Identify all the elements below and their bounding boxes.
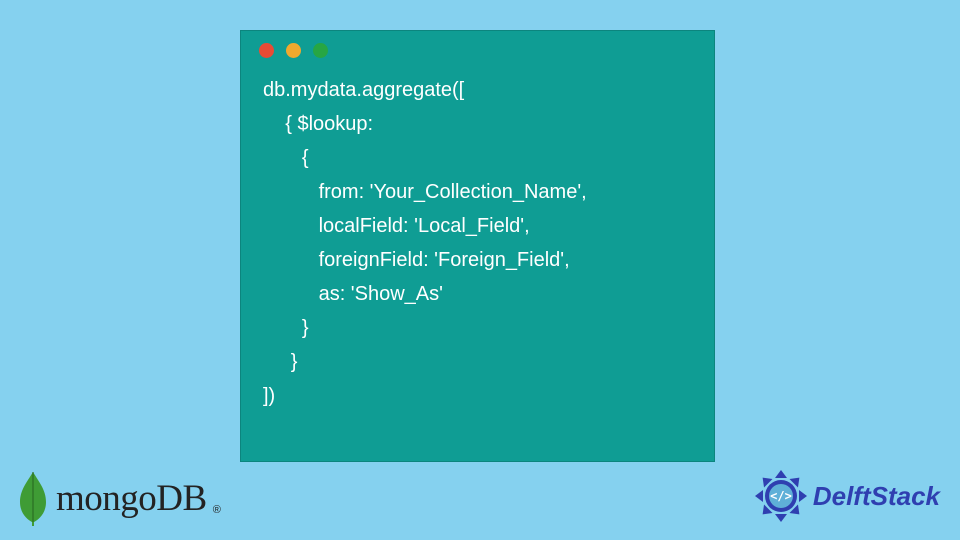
window-titlebar (241, 31, 714, 69)
maximize-dot-icon (313, 43, 328, 58)
minimize-dot-icon (286, 43, 301, 58)
delftstack-emblem-icon: </> (753, 468, 809, 524)
code-window: db.mydata.aggregate([ { $lookup: { from:… (240, 30, 715, 462)
mongodb-wordmark: mongoDB (56, 477, 207, 520)
delftstack-wordmark: DelftStack (813, 481, 940, 512)
mongodb-registered-mark: ® (213, 504, 221, 516)
mongodb-logo: mongoDB ® (18, 470, 221, 526)
code-block: db.mydata.aggregate([ { $lookup: { from:… (241, 69, 714, 413)
mongodb-leaf-icon (18, 470, 48, 526)
svg-text:</>: </> (770, 489, 792, 503)
close-dot-icon (259, 43, 274, 58)
delftstack-logo: </> DelftStack (753, 468, 940, 524)
